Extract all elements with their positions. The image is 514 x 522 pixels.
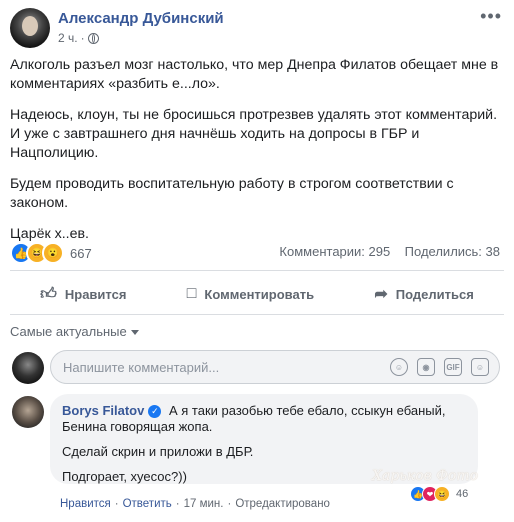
post-time[interactable]: 2 ч. xyxy=(58,31,78,45)
comment-placeholder: Напишите комментарий... xyxy=(63,360,220,375)
more-options-icon[interactable]: ••• xyxy=(480,7,502,25)
comment-sort-dropdown[interactable]: Самые актуальные xyxy=(10,324,139,339)
commenter-name[interactable]: Borys Filatov xyxy=(62,403,144,418)
comment-input[interactable]: Напишите комментарий... ☺ ◉ GIF ☺ xyxy=(50,350,500,384)
footer-dot: · xyxy=(175,498,180,510)
engagement-counts: Комментарии: 295 Поделились: 38 xyxy=(279,244,500,259)
comment-line: Сделай скрин и приложи в ДБР. xyxy=(62,444,254,459)
gif-icon[interactable]: GIF xyxy=(444,358,462,376)
reactions-summary[interactable]: 👍 😆 😮 667 xyxy=(10,242,92,264)
divider xyxy=(10,270,504,271)
reactions-count: 667 xyxy=(70,245,92,261)
sticker-icon[interactable]: ☺ xyxy=(471,358,489,376)
facebook-post: Александр Дубинский 2 ч. · ••• Алкоголь … xyxy=(0,0,514,522)
comment-input-tools: ☺ ◉ GIF ☺ xyxy=(390,358,489,376)
footer-dot: · xyxy=(227,498,232,510)
current-user-avatar xyxy=(12,352,44,384)
post-paragraph: Будем проводить воспитательную работу в … xyxy=(10,176,454,211)
comment-label: Комментировать xyxy=(204,286,315,302)
comments-count[interactable]: Комментарии: 295 xyxy=(279,244,390,259)
globe-icon xyxy=(87,32,99,44)
comment-edited: Отредактировано xyxy=(235,498,330,510)
commenter-avatar[interactable] xyxy=(12,396,44,428)
like-label: Нравится xyxy=(64,286,127,302)
post-actions: 👍︎ Нравится □ Комментировать ➦ Поделитьс… xyxy=(10,280,504,308)
thumbs-up-icon: 👍︎ xyxy=(40,285,57,303)
comment-reply-link[interactable]: Ответить xyxy=(123,498,172,510)
watermark: Харьков Фото xyxy=(372,468,479,484)
verified-badge-icon: ✓ xyxy=(148,405,162,419)
speech-bubble-icon: □ xyxy=(186,285,197,302)
comment-footer: Нравится · Ответить · 17 мин. · Отредакт… xyxy=(60,498,330,510)
comment-reactions[interactable]: 👍 ❤ 😆 46 xyxy=(410,486,468,502)
comment-time[interactable]: 17 мин. xyxy=(184,498,224,510)
share-button[interactable]: ➦ Поделиться xyxy=(374,284,473,304)
wow-reaction-icon: 😮 xyxy=(42,242,64,264)
comment-reactions-count: 46 xyxy=(456,488,469,500)
divider xyxy=(10,314,504,315)
post-header: Александр Дубинский 2 ч. · ••• xyxy=(10,7,504,48)
post-meta: 2 ч. · xyxy=(58,31,99,45)
author-avatar[interactable] xyxy=(10,8,50,48)
meta-separator: · xyxy=(80,31,85,45)
emoji-icon[interactable]: ☺ xyxy=(390,358,408,376)
camera-icon[interactable]: ◉ xyxy=(417,358,435,376)
like-button[interactable]: 👍︎ Нравится xyxy=(40,285,126,304)
post-paragraph: Надеюсь, клоун, ты не бросишься протрезв… xyxy=(10,107,498,161)
post-text: Алкоголь разъел мозг настолько, что мер … xyxy=(10,56,500,256)
footer-dot: · xyxy=(114,498,119,510)
author-name[interactable]: Александр Дубинский xyxy=(58,10,224,27)
share-arrow-icon: ➦ xyxy=(374,286,388,303)
shares-count[interactable]: Поделились: 38 xyxy=(405,244,500,259)
comment-button[interactable]: □ Комментировать xyxy=(187,285,314,303)
caret-down-icon xyxy=(130,330,139,336)
sort-label: Самые актуальные xyxy=(10,324,127,339)
comment-like-link[interactable]: Нравится xyxy=(60,498,111,510)
haha-reaction-icon: 😆 xyxy=(434,486,450,502)
share-label: Поделиться xyxy=(395,286,474,302)
post-paragraph: Алкоголь разъел мозг настолько, что мер … xyxy=(10,57,499,92)
post-stats: 👍 😆 😮 667 Комментарии: 295 Поделились: 3… xyxy=(10,242,500,264)
